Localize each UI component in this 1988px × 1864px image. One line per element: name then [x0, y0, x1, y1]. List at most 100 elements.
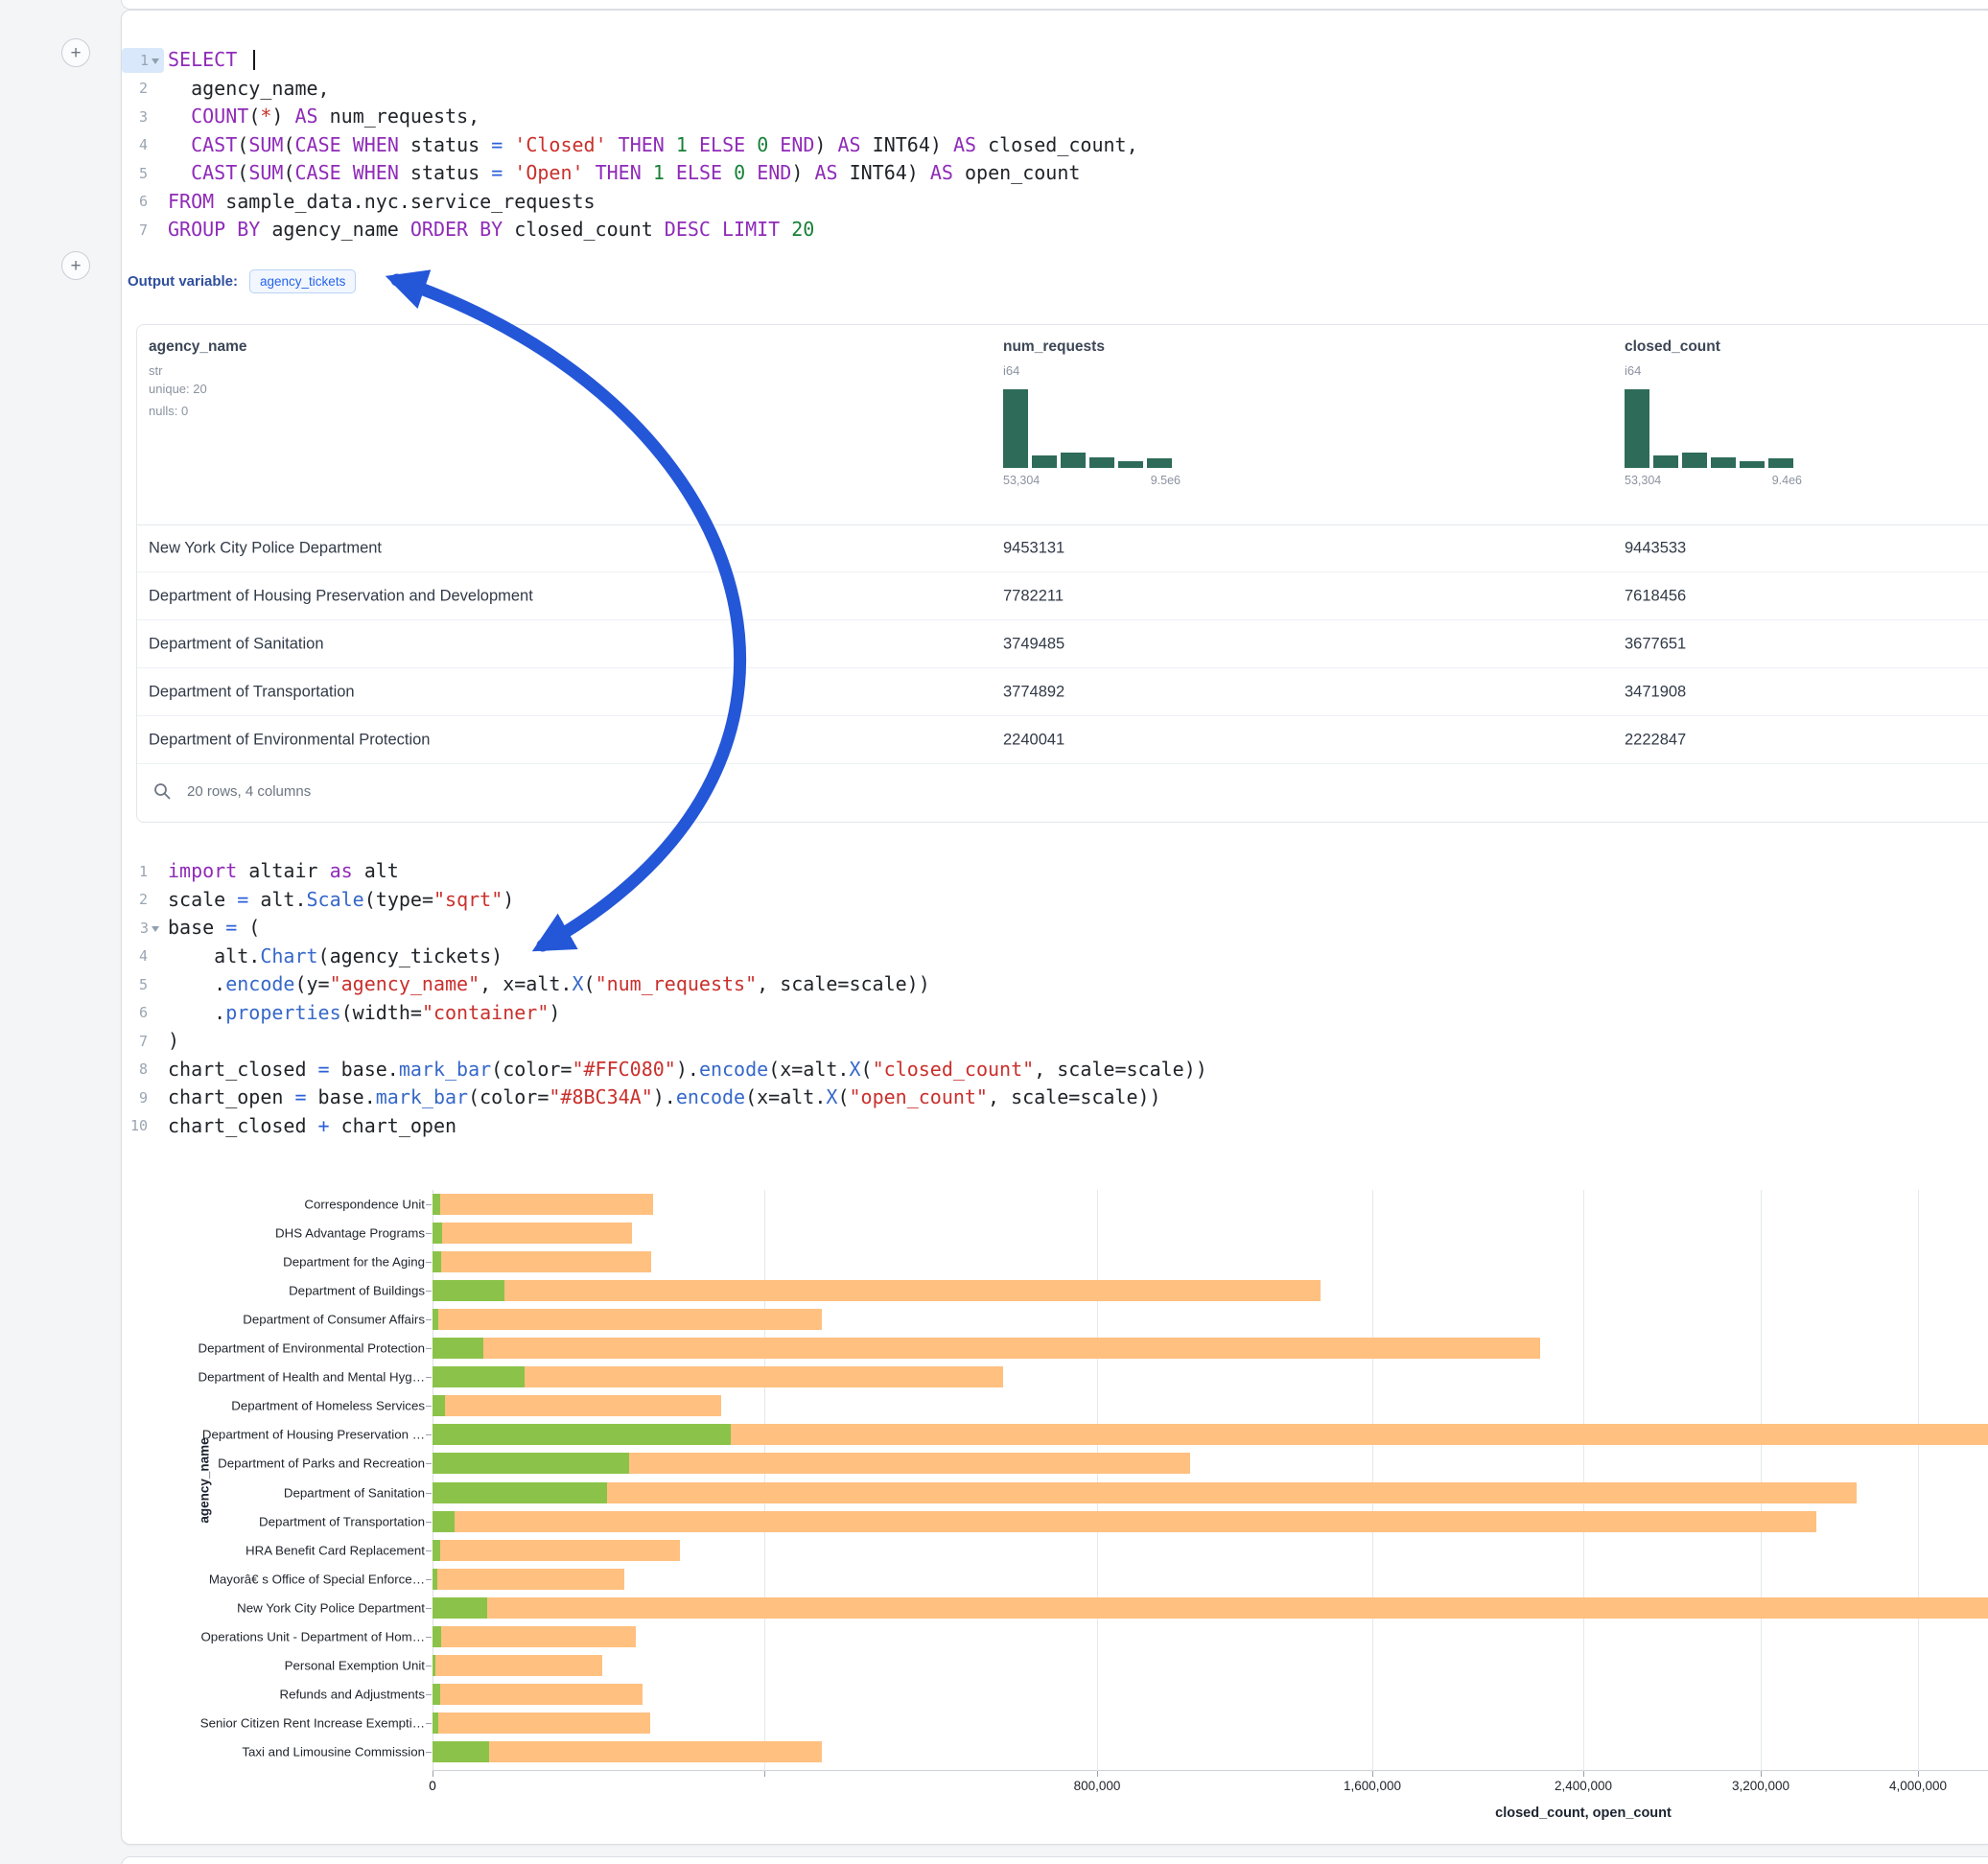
- histogram-max-label: 9.5e6: [1151, 474, 1181, 487]
- table-row[interactable]: Department of Environmental Protection22…: [137, 716, 1988, 764]
- x-axis-tick-label: 2,400,000: [1555, 1779, 1612, 1793]
- table-cell: 3774892: [1003, 683, 1064, 701]
- next-cell-edge: [121, 1856, 1988, 1864]
- code-text: chart_closed + chart_open: [168, 1112, 456, 1141]
- code-text: COUNT(*) AS num_requests,: [168, 103, 479, 131]
- sql-editor[interactable]: 1SELECT 2 agency_name,3 COUNT(*) AS num_…: [122, 46, 1138, 245]
- column-name: num_requests: [1003, 338, 1181, 356]
- open-count-bar: [433, 1482, 607, 1503]
- y-axis-tick: [426, 1723, 432, 1724]
- add-cell-button[interactable]: +: [61, 38, 90, 67]
- fold-spacer: [151, 897, 159, 902]
- open-count-bar: [433, 1223, 442, 1244]
- line-number-gutter: 2: [122, 887, 164, 912]
- open-count-bar: [433, 1569, 437, 1590]
- y-axis-tick: [426, 1608, 432, 1609]
- open-count-bar: [433, 1626, 441, 1647]
- y-axis-tick: [426, 1752, 432, 1753]
- table-row[interactable]: Department of Sanitation37494853677651: [137, 620, 1988, 668]
- table-cell: Department of Housing Preservation and D…: [149, 587, 533, 605]
- y-axis-tick: [426, 1319, 432, 1320]
- histogram-range-labels: 53,3049.5e6: [1003, 474, 1181, 487]
- open-count-bar: [433, 1424, 731, 1445]
- fold-spacer: [151, 1123, 159, 1129]
- add-cell-button[interactable]: +: [61, 251, 90, 280]
- histogram-bar: [1682, 453, 1707, 468]
- closed-count-bar: [433, 1251, 651, 1272]
- line-number-gutter: 8: [122, 1057, 164, 1082]
- y-axis-tick: [426, 1348, 432, 1349]
- chevron-down-icon[interactable]: [152, 926, 159, 932]
- line-number: 9: [129, 1089, 148, 1107]
- open-count-bar: [433, 1453, 629, 1474]
- table-cell: 9453131: [1003, 539, 1064, 557]
- table-cell: 9443533: [1625, 539, 1686, 557]
- column-type: str: [149, 363, 247, 378]
- closed-count-bar: [433, 1280, 1321, 1301]
- line-number: 7: [129, 221, 148, 239]
- open-count-bar: [433, 1280, 504, 1301]
- line-number-gutter: 7: [122, 218, 164, 243]
- text-cursor: [253, 50, 255, 70]
- open-count-bar: [433, 1395, 445, 1416]
- code-text: .properties(width="container"): [168, 999, 560, 1028]
- line-number-gutter: 1: [122, 48, 164, 73]
- code-text: .encode(y="agency_name", x=alt.X("num_re…: [168, 970, 930, 999]
- table-cell: 7782211: [1003, 587, 1064, 605]
- search-icon[interactable]: [152, 781, 172, 801]
- code-text: base = (: [168, 914, 260, 943]
- chart-x-axis-title: closed_count, open_count: [960, 1806, 1988, 1821]
- notebook-page: + + 1SELECT 2 agency_name,3 COUNT(*) AS …: [0, 0, 1988, 1864]
- y-axis-label: Department of Parks and Recreation: [218, 1456, 425, 1471]
- closed-count-bar: [433, 1597, 1988, 1619]
- code-line-row: 2scale = alt.Scale(type="sqrt"): [122, 886, 1207, 915]
- x-axis-tick: [1583, 1771, 1584, 1777]
- code-line-row: 4 alt.Chart(agency_tickets): [122, 943, 1207, 971]
- code-line-row: 5 CAST(SUM(CASE WHEN status = 'Open' THE…: [122, 159, 1138, 188]
- output-variable-chip[interactable]: agency_tickets: [249, 269, 356, 293]
- code-line-row: 1import altair as alt: [122, 857, 1207, 886]
- code-text: CAST(SUM(CASE WHEN status = 'Closed' THE…: [168, 131, 1138, 160]
- closed-count-bar: [433, 1395, 721, 1416]
- gridline: [1372, 1190, 1373, 1771]
- histogram-bar: [1625, 389, 1649, 468]
- y-axis-label: Department of Health and Mental Hyg…: [198, 1370, 425, 1385]
- y-axis-label: Department of Environmental Protection: [198, 1341, 425, 1356]
- x-axis-tick-label: 800,000: [1074, 1779, 1121, 1793]
- code-line-row: 10 chart_closed + chart_open: [122, 1112, 1207, 1141]
- python-editor[interactable]: 1import altair as alt2scale = alt.Scale(…: [122, 857, 1207, 1140]
- chevron-down-icon[interactable]: [152, 58, 159, 64]
- code-text: alt.Chart(agency_tickets): [168, 943, 503, 971]
- results-table: agency_namestrunique: 20nulls: 0num_requ…: [136, 324, 1988, 823]
- line-number-gutter: 6: [122, 189, 164, 214]
- y-axis-tick: [426, 1463, 432, 1464]
- code-text: chart_closed = base.mark_bar(color="#FFC…: [168, 1056, 1207, 1084]
- open-count-bar: [433, 1597, 487, 1619]
- fold-spacer: [151, 85, 159, 91]
- open-count-bar: [433, 1366, 525, 1387]
- line-number-gutter: 4: [122, 944, 164, 968]
- table-cell: Department of Sanitation: [149, 635, 324, 653]
- table-cell: Department of Transportation: [149, 683, 355, 701]
- line-number: 10: [129, 1117, 148, 1134]
- table-row[interactable]: New York City Police Department945313194…: [137, 524, 1988, 572]
- open-count-bar: [433, 1655, 435, 1676]
- histogram-bar: [1003, 389, 1028, 468]
- y-axis-tick: [426, 1291, 432, 1292]
- table-row[interactable]: Department of Transportation377489234719…: [137, 668, 1988, 716]
- fold-spacer: [151, 1038, 159, 1044]
- histogram-bar: [1768, 458, 1793, 468]
- fold-spacer: [151, 1010, 159, 1015]
- open-count-bar: [433, 1684, 440, 1705]
- histogram-bar: [1118, 461, 1143, 468]
- line-number-gutter: 1: [122, 859, 164, 884]
- open-count-bar: [433, 1194, 440, 1215]
- table-row[interactable]: Department of Housing Preservation and D…: [137, 572, 1988, 620]
- x-axis-tick-label: 1,600,000: [1344, 1779, 1401, 1793]
- y-axis-label: Senior Citizen Rent Increase Exempti…: [200, 1716, 425, 1731]
- fold-spacer: [151, 1095, 159, 1101]
- code-text: scale = alt.Scale(type="sqrt"): [168, 886, 514, 915]
- line-number-gutter: 4: [122, 132, 164, 157]
- line-number: 7: [129, 1033, 148, 1050]
- code-text: agency_name,: [168, 75, 330, 104]
